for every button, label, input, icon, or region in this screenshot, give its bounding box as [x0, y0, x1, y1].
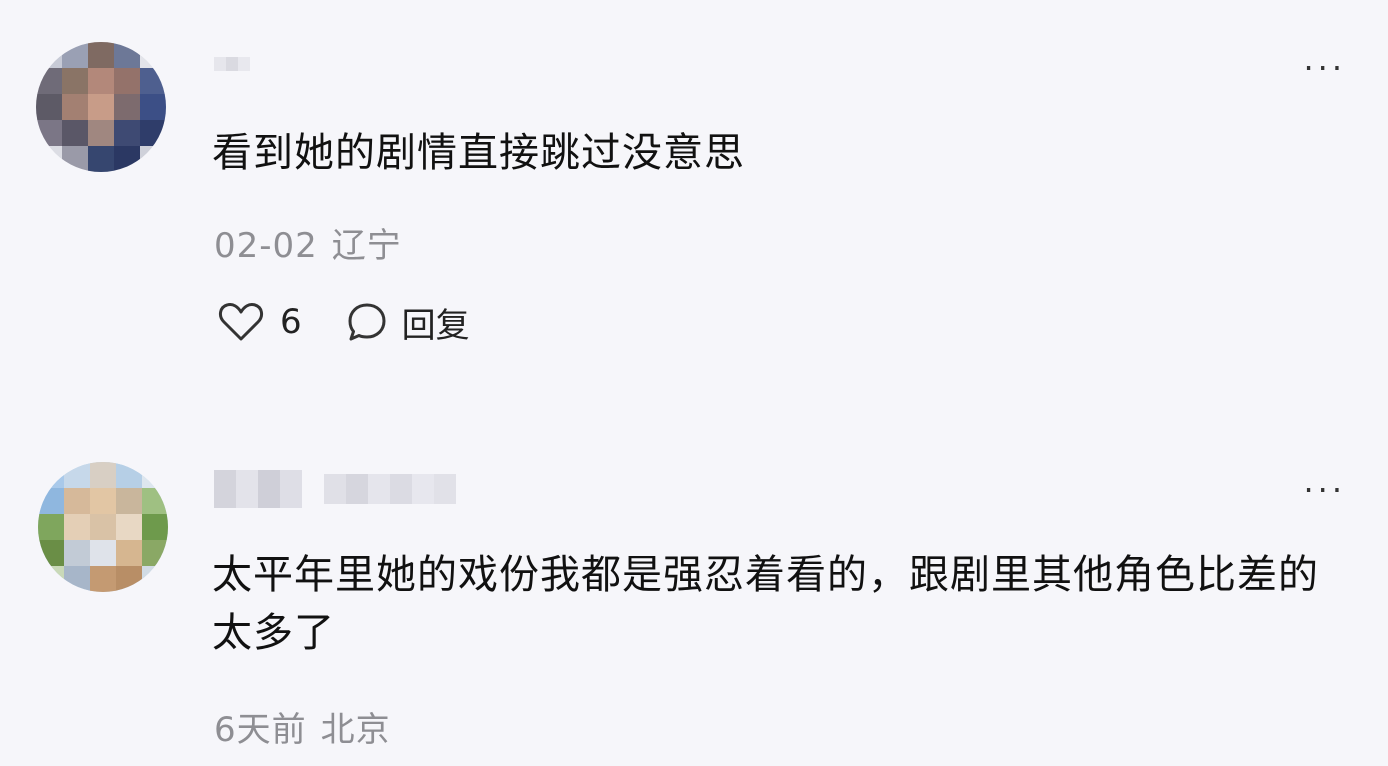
avatar[interactable] [38, 462, 168, 592]
reply-label: 回复 [401, 305, 470, 346]
comment-meta: 02-02 辽宁 [214, 218, 402, 267]
avatar[interactable] [36, 42, 166, 172]
username-redacted[interactable] [214, 55, 254, 77]
comment-location: 北京 [320, 710, 391, 750]
like-button[interactable]: 6 [218, 302, 302, 342]
username-redacted[interactable] [214, 466, 468, 516]
comment-date: 02-02 [214, 226, 318, 266]
comment-actions: 6 回复 [218, 298, 470, 347]
comment-text: 太平年里她的戏份我都是强忍着看的，跟剧里其他角色比差的太多了 [212, 552, 1319, 656]
comment-item: ··· 看到她的剧情直接跳过没意思 02-02 辽宁 6 回复 [0, 0, 1388, 400]
comment-date: 6天前 [214, 710, 307, 750]
like-count: 6 [280, 302, 302, 342]
comment-meta: 6天前 北京 [214, 702, 391, 751]
more-options-button[interactable]: ··· [1303, 474, 1346, 506]
more-options-button[interactable]: ··· [1303, 52, 1346, 84]
comment-item: ··· 太平年里她的戏份我都是强忍着看的，跟剧里其他角色比差的太多了 6天前 北京 [0, 440, 1388, 766]
heart-icon [218, 302, 264, 342]
comment-location: 辽宁 [331, 226, 402, 266]
speech-bubble-icon [346, 301, 388, 343]
reply-button[interactable]: 回复 [346, 298, 470, 347]
comment-text: 看到她的剧情直接跳过没意思 [212, 130, 745, 176]
